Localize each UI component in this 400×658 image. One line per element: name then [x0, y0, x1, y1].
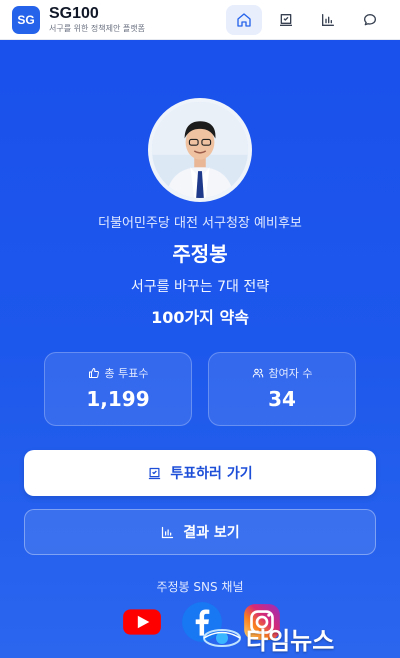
sns-title: 주정봉 SNS 채널	[156, 580, 244, 594]
go-vote-label: 투표하러 가기	[170, 466, 253, 482]
total-votes-label-row: 총 투표수	[45, 365, 191, 381]
top-header: SG SG100 서구를 위한 정책제안 플랫폼	[0, 0, 400, 40]
thumbs-up-icon	[88, 368, 99, 378]
brand-block: SG100 서구를 위한 정책제안 플랫폼	[49, 5, 145, 34]
participants-card: 참여자 수 34	[208, 352, 356, 426]
app-subtitle: 서구를 위한 정책제안 플랫폼	[49, 24, 145, 33]
total-votes-value: 1,199	[86, 387, 150, 411]
nav-home-button[interactable]	[226, 4, 262, 35]
youtube-link[interactable]	[120, 600, 164, 644]
participants-label: 참여자 수	[268, 367, 313, 380]
promise-headline: 100가지 약속	[151, 308, 249, 327]
candidate-affiliation: 더불어민주당 대전 서구청장 예비후보	[98, 216, 302, 231]
nav-chat-button[interactable]	[352, 5, 388, 35]
participants-label-row: 참여자 수	[209, 365, 355, 381]
total-votes-card: 총 투표수 1,199	[44, 352, 192, 426]
chat-icon	[364, 13, 376, 25]
hero-section: 더불어민주당 대전 서구청장 예비후보 주정봉 서구를 바꾸는 7대 전략 10…	[0, 40, 400, 658]
chart-icon	[322, 13, 334, 26]
users-icon	[252, 368, 263, 378]
youtube-icon	[123, 609, 161, 635]
vote-icon	[149, 467, 161, 479]
candidate-portrait	[152, 102, 248, 198]
home-icon	[237, 12, 251, 27]
news-watermark: 타임뉴스	[202, 618, 334, 658]
app-logo[interactable]: SG	[12, 5, 40, 34]
participants-value: 34	[268, 387, 296, 411]
watermark-text: 타임뉴스	[246, 626, 335, 655]
candidate-name: 주정봉	[172, 242, 228, 266]
strategy-tagline: 서구를 바꾸는 7대 전략	[130, 279, 270, 295]
nav-vote-button[interactable]	[268, 5, 304, 35]
total-votes-label: 총 투표수	[104, 367, 149, 380]
candidate-photo	[148, 98, 252, 202]
view-results-button[interactable]: 결과 보기	[24, 509, 376, 555]
globe-logo-icon	[203, 629, 241, 647]
view-results-label: 결과 보기	[183, 525, 240, 541]
go-vote-button[interactable]: 투표하러 가기	[24, 450, 376, 496]
app-title: SG100	[49, 5, 99, 22]
top-nav	[226, 4, 388, 35]
vote-icon	[280, 13, 292, 26]
chart-icon	[162, 526, 174, 538]
nav-results-button[interactable]	[310, 5, 346, 35]
